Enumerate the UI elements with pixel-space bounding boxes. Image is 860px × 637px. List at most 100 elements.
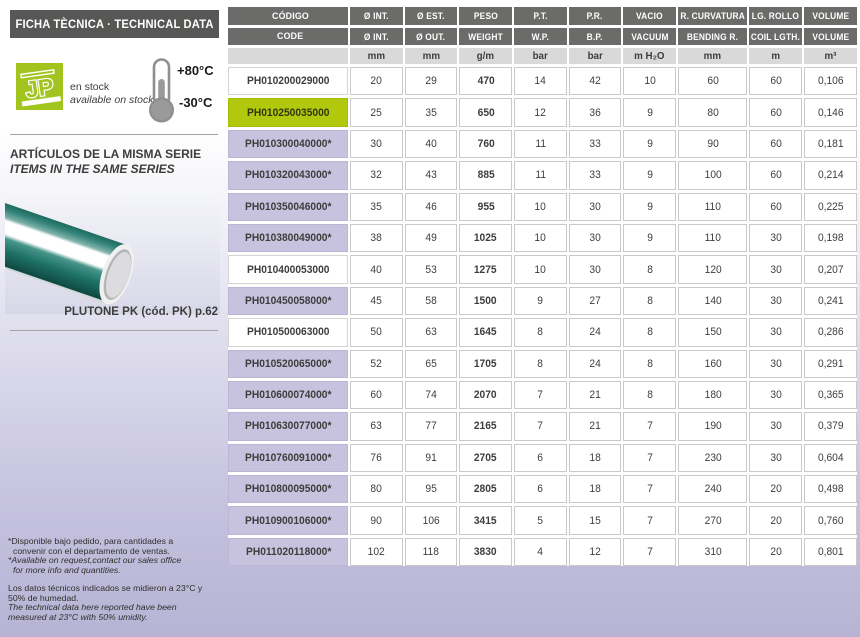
thermometer-icon xyxy=(146,57,178,123)
value-cell: 0,286 xyxy=(804,318,857,346)
header-cell-en: WEIGHT xyxy=(459,28,512,45)
code-cell: PH010520065000* xyxy=(228,350,348,378)
code-cell: PH011020118000* xyxy=(228,538,348,566)
value-cell: 49 xyxy=(405,224,458,252)
value-cell: 24 xyxy=(569,350,622,378)
units-cell: m H₂O xyxy=(623,48,676,64)
code-cell: PH010450058000* xyxy=(228,287,348,315)
value-cell: 21 xyxy=(569,412,622,440)
value-cell: 5 xyxy=(514,506,567,534)
header-cell-en: COIL LGTH. xyxy=(749,28,802,45)
code-cell: PH010200029000 xyxy=(228,67,348,95)
value-cell: 33 xyxy=(569,130,622,158)
value-cell: 0,379 xyxy=(804,412,857,440)
value-cell: 9 xyxy=(623,224,676,252)
value-cell: 160 xyxy=(678,350,747,378)
value-cell: 240 xyxy=(678,475,747,503)
value-cell: 0,760 xyxy=(804,506,857,534)
units-cell: mm xyxy=(405,48,458,64)
value-cell: 10 xyxy=(623,67,676,95)
value-cell: 74 xyxy=(405,381,458,409)
value-cell: 7 xyxy=(623,506,676,534)
code-cell: PH010320043000* xyxy=(228,161,348,189)
code-cell: PH010760091000* xyxy=(228,444,348,472)
value-cell: 0,604 xyxy=(804,444,857,472)
footnote: *Available on request,contact our sales … xyxy=(8,556,226,575)
value-cell: 27 xyxy=(569,287,622,315)
header-cell-en: VACUUM xyxy=(623,28,676,45)
header-cell-en: VOLUME xyxy=(804,28,857,45)
value-cell: 30 xyxy=(749,350,802,378)
value-cell: 30 xyxy=(749,444,802,472)
value-cell: 30 xyxy=(749,381,802,409)
footnote: Los datos técnicos indicados se midieron… xyxy=(8,584,226,603)
value-cell: 8 xyxy=(623,255,676,283)
divider-line xyxy=(10,330,218,331)
units-cell: mm xyxy=(678,48,747,64)
value-cell: 63 xyxy=(405,318,458,346)
header-cell-es: P.T. xyxy=(514,7,567,25)
value-cell: 58 xyxy=(405,287,458,315)
header-cell-es: CÓDIGO xyxy=(228,7,348,25)
value-cell: 760 xyxy=(459,130,512,158)
footnote: The technical data here reported have be… xyxy=(8,603,226,622)
divider-line xyxy=(10,134,218,135)
header-cell-en: Ø INT. xyxy=(350,28,403,45)
value-cell: 150 xyxy=(678,318,747,346)
header-cell-en: CODE xyxy=(228,28,348,45)
value-cell: 0,106 xyxy=(804,67,857,95)
value-cell: 7 xyxy=(623,538,676,566)
value-cell: 180 xyxy=(678,381,747,409)
value-cell: 8 xyxy=(623,381,676,409)
code-cell: PH010400053000 xyxy=(228,255,348,283)
header-cell-en: Ø OUT. xyxy=(405,28,458,45)
value-cell: 0,225 xyxy=(804,193,857,221)
value-cell: 90 xyxy=(678,130,747,158)
left-panel: FICHA TÈCNICA · TECHNICAL DATA JP en sto… xyxy=(0,0,228,637)
value-cell: 1645 xyxy=(459,318,512,346)
value-cell: 76 xyxy=(350,444,403,472)
value-cell: 9 xyxy=(623,98,676,126)
value-cell: 60 xyxy=(749,130,802,158)
value-cell: 9 xyxy=(514,287,567,315)
code-cell: PH010300040000* xyxy=(228,130,348,158)
series-heading-en: ITEMS IN THE SAME SERIES xyxy=(10,162,201,177)
value-cell: 30 xyxy=(749,255,802,283)
value-cell: 45 xyxy=(350,287,403,315)
code-cell: PH010350046000* xyxy=(228,193,348,221)
value-cell: 38 xyxy=(350,224,403,252)
value-cell: 6 xyxy=(514,475,567,503)
value-cell: 35 xyxy=(405,98,458,126)
value-cell: 60 xyxy=(749,67,802,95)
value-cell: 30 xyxy=(569,224,622,252)
value-cell: 0,214 xyxy=(804,161,857,189)
value-cell: 80 xyxy=(678,98,747,126)
units-cell: bar xyxy=(569,48,622,64)
value-cell: 3830 xyxy=(459,538,512,566)
value-cell: 0,207 xyxy=(804,255,857,283)
value-cell: 8 xyxy=(623,350,676,378)
value-cell: 12 xyxy=(514,98,567,126)
footnote: *Disponible bajo pedido, para cantidades… xyxy=(8,537,226,556)
units-cell: bar xyxy=(514,48,567,64)
value-cell: 7 xyxy=(514,412,567,440)
value-cell: 2705 xyxy=(459,444,512,472)
value-cell: 106 xyxy=(405,506,458,534)
value-cell: 470 xyxy=(459,67,512,95)
value-cell: 21 xyxy=(569,381,622,409)
value-cell: 33 xyxy=(569,161,622,189)
value-cell: 1025 xyxy=(459,224,512,252)
value-cell: 60 xyxy=(749,193,802,221)
value-cell: 25 xyxy=(350,98,403,126)
product-photo-pipe xyxy=(5,188,220,314)
value-cell: 955 xyxy=(459,193,512,221)
value-cell: 95 xyxy=(405,475,458,503)
stock-line-es: en stock xyxy=(70,81,153,94)
jp-brand-logo: JP xyxy=(16,63,63,110)
value-cell: 40 xyxy=(405,130,458,158)
value-cell: 18 xyxy=(569,475,622,503)
value-cell: 32 xyxy=(350,161,403,189)
value-cell: 0,146 xyxy=(804,98,857,126)
value-cell: 10 xyxy=(514,193,567,221)
series-heading: ARTÍCULOS DE LA MISMA SERIE ITEMS IN THE… xyxy=(10,147,201,176)
